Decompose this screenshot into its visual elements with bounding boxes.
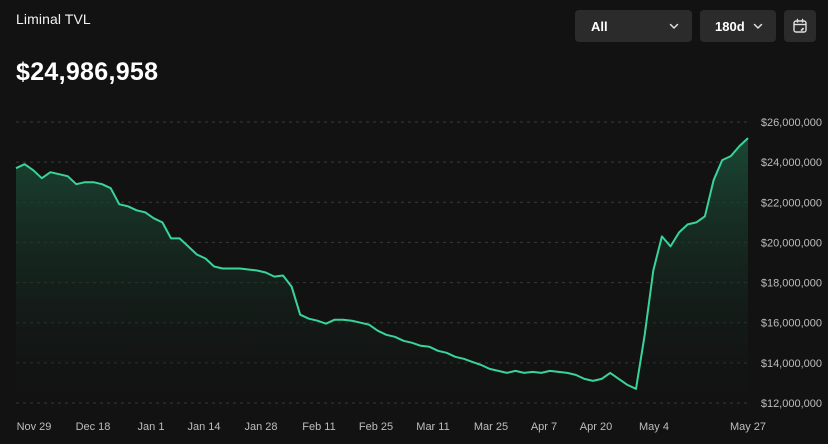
area-fill xyxy=(16,138,748,403)
x-tick-label: Jan 28 xyxy=(244,421,277,433)
x-tick-label: Jan 1 xyxy=(138,421,165,433)
x-tick-label: Jan 14 xyxy=(187,421,220,433)
area-series xyxy=(15,137,749,403)
x-tick-label: Apr 7 xyxy=(531,421,557,433)
y-tick-label: $22,000,000 xyxy=(761,197,822,209)
x-tick-label: May 27 xyxy=(730,421,766,433)
y-axis: $26,000,000 $24,000,000 $22,000,000 $20,000… xyxy=(761,117,822,410)
y-tick-label: $14,000,000 xyxy=(761,358,822,370)
y-tick-label: $20,000,000 xyxy=(761,237,822,249)
x-axis: Nov 29 Dec 18 Jan 1 Jan 14 Jan 28 Feb 11 Feb 2… xyxy=(17,421,766,433)
x-tick-label: Nov 29 xyxy=(17,421,52,433)
x-tick-label: Dec 18 xyxy=(76,421,111,433)
y-tick-label: $26,000,000 xyxy=(761,117,822,129)
x-tick-label: Feb 25 xyxy=(359,421,393,433)
y-tick-label: $24,000,000 xyxy=(761,157,822,169)
y-tick-label: $16,000,000 xyxy=(761,318,822,330)
x-tick-label: Mar 11 xyxy=(416,421,449,433)
tvl-area-chart: $26,000,000 $24,000,000 $22,000,000 $20,000… xyxy=(15,117,822,433)
x-tick-label: Mar 25 xyxy=(474,421,508,433)
x-tick-label: Feb 11 xyxy=(302,421,335,433)
x-tick-label: May 4 xyxy=(639,421,669,433)
y-tick-label: $12,000,000 xyxy=(761,398,822,410)
y-tick-label: $18,000,000 xyxy=(761,278,822,290)
x-tick-label: Apr 20 xyxy=(580,421,612,433)
